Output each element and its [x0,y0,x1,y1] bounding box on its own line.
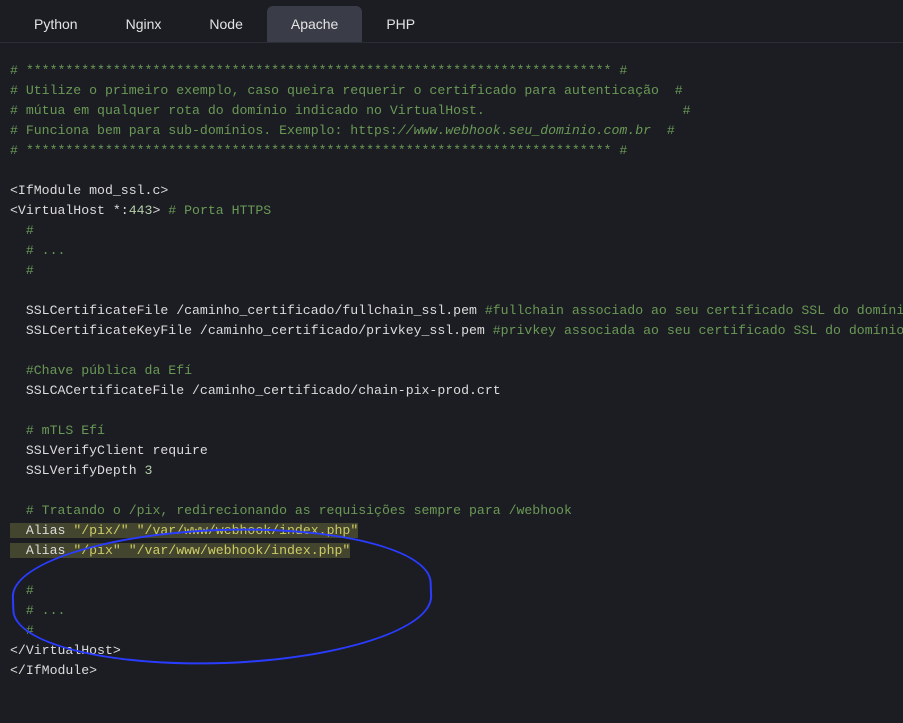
code-line: </IfModule> [10,663,97,678]
code-line: # [651,123,675,138]
code-comment: # Porta HTTPS [168,203,271,218]
code-line: # mTLS Efí [10,423,105,438]
code-block: # **************************************… [0,43,903,711]
code-string: "/var/www/webhook/index.php" [129,543,351,558]
tab-nginx[interactable]: Nginx [102,6,186,42]
code-line: # **************************************… [10,63,627,78]
code-line: # mútua em qualquer rota do domínio indi… [10,103,691,118]
code-number: 443 [129,203,153,218]
code-line: SSLVerifyDepth [10,463,145,478]
code-line: # Funciona bem para sub-domínios. Exempl… [10,123,398,138]
code-line: Alias [10,523,73,538]
code-line: SSLVerifyClient require [10,443,208,458]
code-line: SSLCertificateKeyFile /caminho_certifica… [10,323,493,338]
code-line: <VirtualHost *: [10,203,129,218]
language-tabs: Python Nginx Node Apache PHP [0,0,903,43]
code-line: SSLCertificateFile /caminho_certificado/… [10,303,485,318]
code-line: # [10,223,34,238]
code-comment: #privkey associada ao seu certificado SS… [493,323,903,338]
code-string: "/var/www/webhook/index.php" [137,523,359,538]
code-line: </VirtualHost> [10,643,121,658]
tab-php[interactable]: PHP [362,6,439,42]
code-line: # [10,623,34,638]
code-comment: #fullchain associado ao seu certificado … [485,303,903,318]
code-line: # [10,263,34,278]
code-line: # Tratando o /pix, redirecionando as req… [10,503,572,518]
code-line: SSLCACertificateFile /caminho_certificad… [10,383,501,398]
code-string: "/pix" [73,543,120,558]
code-line: # **************************************… [10,143,627,158]
code-string: "/pix/" [73,523,128,538]
code-line: # [10,583,34,598]
code-line: Alias [10,543,73,558]
code-line: # ... [10,603,65,618]
code-line [129,523,137,538]
code-line: # Utilize o primeiro exemplo, caso queir… [10,83,683,98]
code-line: > [152,203,168,218]
tab-python[interactable]: Python [10,6,102,42]
code-line [121,543,129,558]
tab-apache[interactable]: Apache [267,6,362,42]
code-number: 3 [145,463,153,478]
code-line: #Chave pública da Efí [10,363,192,378]
tab-node[interactable]: Node [185,6,266,42]
code-url: //www.webhook.seu_dominio.com.br [398,123,651,138]
code-line: <IfModule mod_ssl.c> [10,183,168,198]
code-line: # ... [10,243,65,258]
